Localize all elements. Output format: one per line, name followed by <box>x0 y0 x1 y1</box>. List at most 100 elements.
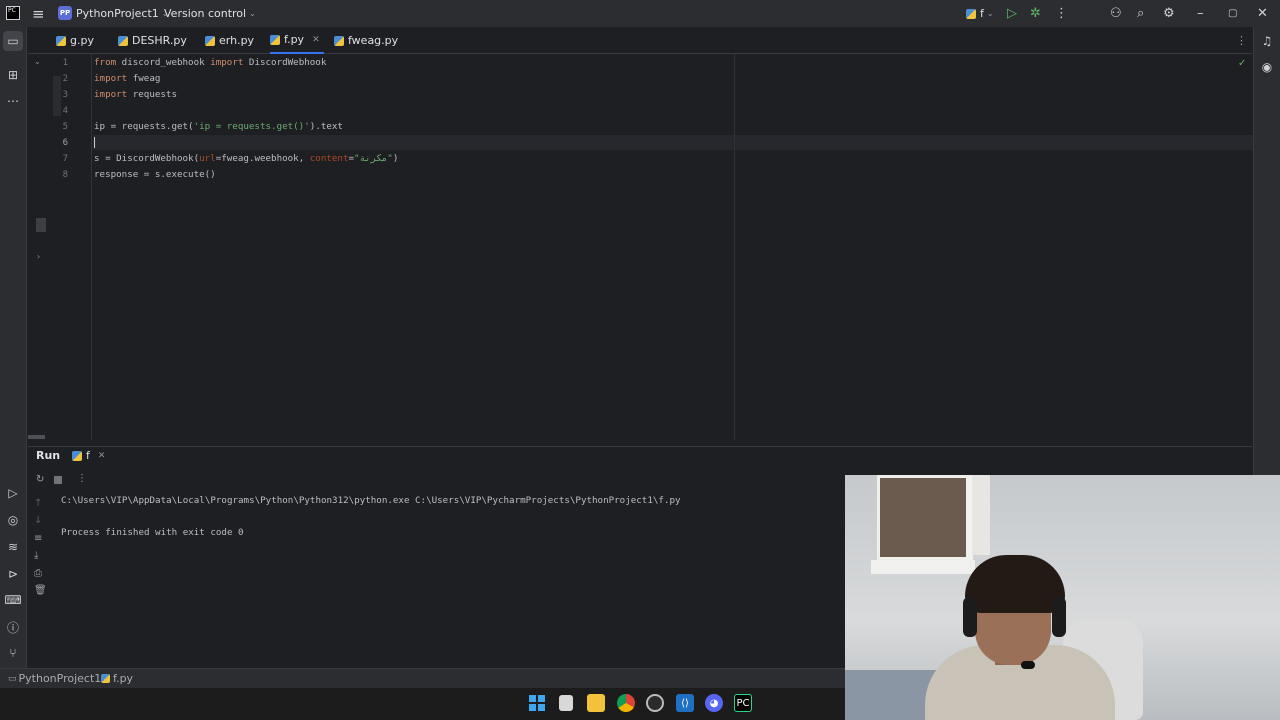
code-token: response = s.execute() <box>94 169 216 180</box>
close-window-icon[interactable]: ✕ <box>1257 0 1268 27</box>
file-icon[interactable] <box>559 695 573 711</box>
git-icon[interactable]: ⑂ <box>5 645 21 661</box>
code-line: import requests <box>94 89 177 100</box>
code-token: requests <box>127 89 177 100</box>
webcam-blinds <box>972 475 990 555</box>
line-number: 5 <box>62 122 68 132</box>
pycharm-icon[interactable]: PC <box>734 694 752 712</box>
close-tab-icon[interactable]: ✕ <box>312 35 320 45</box>
close-tab-icon[interactable]: ✕ <box>98 451 106 461</box>
python-packages-icon[interactable]: ◎ <box>5 512 21 528</box>
scroll-down-icon[interactable]: ↓ <box>34 515 42 526</box>
python-file-icon <box>270 34 280 45</box>
pycharm-logo-icon[interactable]: PC <box>6 6 20 20</box>
line-number: 8 <box>62 170 68 180</box>
settings-gear-icon[interactable]: ⚙ <box>1163 0 1175 27</box>
code-token: =fweag.weebhook, <box>215 153 310 164</box>
right-margin-guide <box>734 54 735 440</box>
notifications-icon[interactable]: ♫ <box>1259 33 1275 49</box>
param-token: content <box>309 153 349 164</box>
run-icon[interactable]: ▷ <box>1007 0 1017 27</box>
breadcrumb-project[interactable]: ▭ PythonProject1 <box>8 672 101 685</box>
no-problems-check-icon[interactable]: ✓ <box>1238 58 1246 69</box>
python-file-icon <box>72 450 82 461</box>
breadcrumb-file[interactable]: f.py <box>101 672 133 685</box>
code-token: DiscordWebhook <box>243 57 327 68</box>
project-badge[interactable]: PP <box>58 6 72 20</box>
more-actions-icon[interactable]: ⋮ <box>1055 0 1068 27</box>
chevron-down-icon: ⌄ <box>986 9 994 18</box>
run-panel-title[interactable]: Run <box>36 449 60 462</box>
line-number: 2 <box>62 74 68 84</box>
ai-assistant-icon[interactable]: ◉ <box>1259 59 1275 75</box>
chrome-icon[interactable] <box>617 694 635 712</box>
webcam-window <box>877 475 969 560</box>
run-more-icon[interactable]: ⋮ <box>77 473 87 484</box>
maximize-icon[interactable]: ▢ <box>1228 0 1237 27</box>
tab-label: fweag.py <box>348 34 399 47</box>
run-config-name: f <box>980 7 984 20</box>
project-selector[interactable]: PythonProject1 ⌄ <box>76 0 168 27</box>
tab-label: g.py <box>70 34 94 47</box>
search-icon[interactable]: ⌕ <box>1137 0 1144 27</box>
tab-label: erh.py <box>219 34 255 47</box>
scroll-up-icon[interactable]: ↑ <box>34 498 42 509</box>
vscode-icon[interactable]: ⟨⟩ <box>676 694 694 712</box>
minimize-icon[interactable]: – <box>1197 0 1204 27</box>
run-tool-icon[interactable]: ▷ <box>5 485 21 501</box>
more-tools-icon[interactable]: ⋯ <box>5 93 21 109</box>
run-tab-f[interactable]: f ✕ <box>72 449 105 462</box>
keyword-token: from <box>94 57 117 68</box>
main-menu-icon[interactable]: ≡ <box>32 0 46 27</box>
chevron-down-icon: ⌄ <box>249 9 256 18</box>
code-line: s = DiscordWebhook(url=fweag.weebhook, c… <box>94 153 398 164</box>
breadcrumb-label: f.py <box>113 672 134 685</box>
project-name: PythonProject1 <box>76 7 159 20</box>
file-explorer-icon[interactable] <box>587 694 605 712</box>
webcam-overlay <box>845 475 1280 720</box>
problems-icon[interactable]: ⓘ <box>5 619 21 635</box>
terminal-icon[interactable]: ⌨ <box>4 592 21 608</box>
breadcrumb-label: PythonProject1 <box>18 672 102 685</box>
print-icon[interactable]: ⎙ <box>34 568 42 579</box>
tab-f-py[interactable]: f.py ✕ <box>270 27 324 54</box>
discord-icon[interactable]: ◕ <box>705 694 723 712</box>
project-folder-icon[interactable]: ▭ <box>3 31 23 51</box>
windows-start-icon[interactable] <box>528 694 546 712</box>
app-icon[interactable] <box>646 694 664 712</box>
structure-icon[interactable]: ⊞ <box>5 67 21 83</box>
tab-g-py[interactable]: g.py <box>56 27 94 54</box>
folder-icon: ▭ <box>8 673 17 684</box>
run-toolbar: ↑ ↓ ≡ ⤓ ⎙ 🗑 <box>28 470 54 668</box>
tab-fweag-py[interactable]: fweag.py <box>334 27 398 54</box>
run-configuration-selector[interactable]: f ⌄ <box>966 0 994 27</box>
add-user-icon[interactable]: ⚇ <box>1110 0 1122 27</box>
editor-scrollbar[interactable] <box>28 435 45 439</box>
expand-chevron-icon[interactable]: › <box>37 252 40 261</box>
python-file-icon <box>334 35 344 46</box>
debug-icon[interactable]: ✲ <box>1030 0 1041 27</box>
stop-icon[interactable] <box>54 476 62 484</box>
version-control-selector[interactable]: Version control ⌄ <box>164 0 256 27</box>
line-number: 6 <box>62 138 68 148</box>
clear-trash-icon[interactable]: 🗑 <box>34 585 47 596</box>
tab-deshr-py[interactable]: DESHR.py <box>118 27 187 54</box>
scroll-to-end-icon[interactable]: ⤓ <box>34 550 38 561</box>
code-token: s = DiscordWebhook( <box>94 153 200 164</box>
tab-label: DESHR.py <box>132 34 187 47</box>
tab-options-icon[interactable]: ⋮ <box>1236 27 1247 54</box>
left-tool-stripe: ▭ ⊞ ⋯ ▷ ◎ ≋ ⊳ ⌨ ⓘ ⑂ <box>0 27 27 668</box>
code-token: ) <box>392 153 399 164</box>
string-token: "مكرنة" <box>354 153 393 164</box>
tab-erh-py[interactable]: erh.py <box>205 27 254 54</box>
layers-icon[interactable]: ≋ <box>5 539 21 555</box>
param-token: url <box>199 153 216 164</box>
soft-wrap-icon[interactable]: ≡ <box>34 533 42 544</box>
keyword-token: import <box>94 89 128 100</box>
code-editor[interactable] <box>93 54 1253 440</box>
webcam-headset <box>1052 597 1066 637</box>
python-file-icon <box>118 35 128 46</box>
webcam-person-hair <box>965 555 1065 613</box>
services-icon[interactable]: ⊳ <box>5 566 21 582</box>
code-token: ).text <box>309 121 343 132</box>
